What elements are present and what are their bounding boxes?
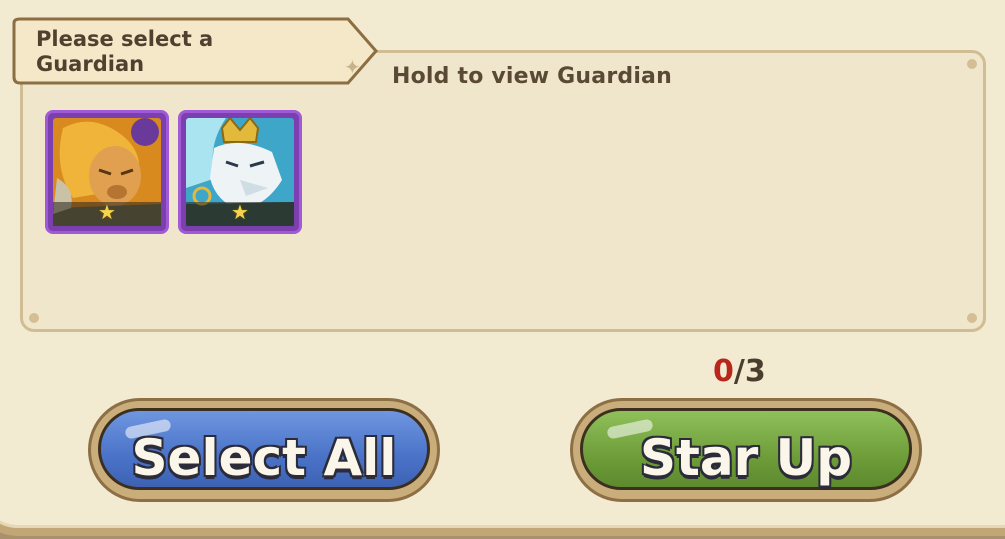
star-up-face: Star Up bbox=[580, 408, 912, 490]
guardian-card-wolf[interactable]: ★ bbox=[178, 110, 302, 234]
sparkle-icon: ✦ bbox=[344, 55, 361, 79]
corner-ornament bbox=[967, 313, 977, 323]
guardian-card-lion[interactable]: ★ bbox=[45, 110, 169, 234]
star-icon: ★ bbox=[231, 200, 249, 224]
select-guardian-tag: Please select a Guardian ✦ bbox=[10, 17, 378, 87]
tag-title: Please select a Guardian bbox=[36, 27, 214, 76]
select-all-label: Select All bbox=[131, 429, 397, 487]
counter-separator: / bbox=[733, 354, 745, 389]
counter-current: 0 bbox=[713, 354, 734, 389]
selection-counter: 0/3 bbox=[713, 354, 766, 389]
star-up-button[interactable]: Star Up bbox=[570, 398, 922, 502]
counter-max: 3 bbox=[744, 354, 766, 389]
star-up-label: Star Up bbox=[639, 429, 853, 487]
select-all-button[interactable]: Select All bbox=[88, 398, 440, 502]
hold-hint: Hold to view Guardian bbox=[392, 64, 672, 89]
corner-ornament bbox=[967, 59, 977, 69]
select-all-face: Select All bbox=[98, 408, 430, 490]
corner-ornament bbox=[29, 313, 39, 323]
star-icon: ★ bbox=[98, 200, 116, 224]
